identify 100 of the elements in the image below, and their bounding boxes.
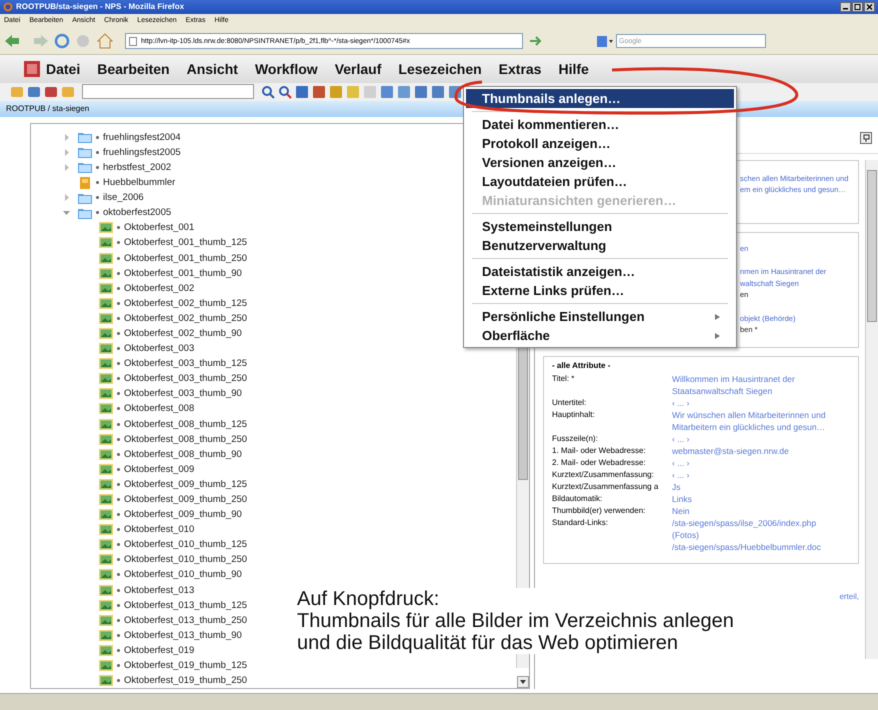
menu-item[interactable]: Benutzerverwaltung (466, 236, 734, 255)
attribute-value[interactable]: webmaster@sta-siegen.nrw.de (672, 444, 842, 457)
menu-item[interactable]: Verlauf (334, 61, 382, 78)
menu-item[interactable]: Persönliche Einstellungen (466, 307, 734, 326)
tree-item[interactable]: Oktoberfest_009 (124, 464, 194, 475)
tree-item[interactable]: Oktoberfest_001_thumb_90 (124, 268, 242, 279)
attribute-value[interactable]: Wir wünschen allen Mitarbeiterinnen und Mitarbeitern ein glückliches und gesun… (672, 408, 842, 433)
tree-item[interactable]: ilse_2006 (103, 192, 144, 204)
expand-toggle-icon[interactable] (63, 194, 70, 202)
tree-item[interactable]: Oktoberfest_010_thumb_250 (124, 554, 248, 566)
toolbar-icon[interactable] (312, 84, 326, 99)
tree-item[interactable]: Oktoberfest_001_thumb_250 (124, 252, 248, 264)
minimize-icon[interactable] (840, 2, 851, 12)
tree-item[interactable]: Oktoberfest_019_thumb_125 (124, 660, 248, 672)
tree-item[interactable]: Oktoberfest_013_thumb_90 (124, 630, 242, 641)
tree-item[interactable]: Oktoberfest_002 (124, 282, 194, 294)
filter-field[interactable] (82, 84, 254, 100)
tree-item[interactable]: Oktoberfest_002_thumb_250 (124, 312, 248, 324)
expand-toggle-icon[interactable] (63, 164, 70, 171)
menu-item[interactable]: Datei (46, 61, 80, 78)
bullet-icon (96, 136, 99, 139)
menu-item[interactable]: Oberfläche (466, 326, 734, 345)
tree-item[interactable]: Oktoberfest_013_thumb_250 (124, 614, 248, 626)
maximize-icon[interactable] (852, 2, 863, 12)
tree-item[interactable]: Oktoberfest_010 (124, 524, 194, 536)
tree-item[interactable]: Oktoberfest_008_thumb_90 (124, 448, 242, 460)
tree-item[interactable]: oktoberfest2005 (103, 207, 172, 218)
menu-item[interactable]: Protokoll anzeigen… (466, 134, 734, 153)
expand-toggle-icon[interactable] (63, 148, 70, 156)
toolbar-icon[interactable] (397, 84, 411, 99)
tree-item[interactable]: Oktoberfest_003_thumb_90 (124, 388, 242, 400)
tree-item[interactable]: fruehlingsfest2005 (103, 146, 181, 158)
attribute-value[interactable]: /sta-siegen/spass/ilse_2006/index.php (Fotos) (672, 516, 842, 541)
tree-item[interactable]: Oktoberfest_001_thumb_125 (124, 237, 248, 248)
tree-item[interactable]: Oktoberfest_019_thumb_250 (124, 675, 248, 686)
image-file-icon (99, 644, 113, 656)
attribute-value[interactable]: ‹ ... › (672, 432, 842, 445)
attribute-value[interactable]: Js (672, 480, 842, 493)
scroll-down-icon[interactable] (517, 676, 529, 688)
toolbar-icon[interactable] (431, 84, 445, 99)
expand-toggle-icon[interactable] (63, 209, 70, 216)
tree-item[interactable]: herbstfest_2002 (103, 162, 172, 173)
pin-icon[interactable] (860, 132, 872, 144)
toolbar-icon[interactable] (414, 84, 428, 99)
link[interactable]: erteil, (839, 592, 859, 601)
toolbar-icon[interactable] (295, 84, 309, 99)
toolbar-icon[interactable] (44, 84, 58, 99)
menu-item[interactable]: Extras (498, 61, 542, 78)
tree-item[interactable]: Oktoberfest_003_thumb_125 (124, 358, 248, 370)
menu-item[interactable]: Bearbeiten (97, 61, 170, 78)
attribute-value[interactable]: ‹ ... › (672, 396, 842, 409)
tree-item[interactable]: Oktoberfest_002_thumb_90 (124, 328, 242, 339)
menu-item[interactable]: Workflow (254, 61, 318, 78)
tree-item[interactable]: Oktoberfest_003 (124, 343, 194, 354)
tree-item[interactable]: Oktoberfest_009_thumb_90 (124, 509, 242, 520)
toolbar-icon[interactable] (329, 84, 343, 99)
tree-item[interactable]: Oktoberfest_008_thumb_250 (124, 434, 248, 445)
tree-item[interactable]: Oktoberfest_001 (124, 222, 194, 234)
menu-item[interactable]: Thumbnails anlegen… (466, 89, 734, 108)
home-icon[interactable] (96, 33, 114, 50)
search-icon[interactable] (261, 84, 275, 99)
menu-item[interactable]: Layoutdateien prüfen… (466, 172, 734, 191)
menu-item[interactable]: Hilfe (558, 61, 589, 78)
search-engine-icon[interactable] (597, 36, 613, 47)
tree-item[interactable]: Oktoberfest_003_thumb_250 (124, 373, 248, 384)
menu-item[interactable]: Lesezeichen (398, 61, 482, 78)
go-arrow-icon[interactable] (528, 35, 542, 48)
tree-item[interactable]: Oktoberfest_010_thumb_125 (124, 539, 248, 550)
tree-item[interactable]: Oktoberfest_008_thumb_125 (124, 418, 248, 430)
tree-item[interactable]: Oktoberfest_002_thumb_125 (124, 298, 248, 309)
tree-item[interactable]: Oktoberfest_019 (124, 644, 194, 656)
reload-icon[interactable] (54, 33, 70, 50)
menu-item[interactable]: Versionen anzeigen… (466, 153, 734, 172)
toolbar-icon[interactable] (27, 84, 41, 99)
search-icon[interactable] (278, 84, 292, 99)
attribute-value[interactable]: Links (672, 492, 842, 505)
attribute-value[interactable]: /sta-siegen/spass/Huebbelbummler.doc (672, 540, 842, 553)
tree-item[interactable]: fruehlingsfest2004 (103, 132, 181, 143)
scrollbar[interactable] (865, 160, 878, 660)
expand-toggle-icon[interactable] (63, 134, 70, 141)
attribute-value[interactable]: ‹ ... › (672, 456, 842, 469)
attribute-value[interactable]: ‹ ... › (672, 468, 842, 481)
toolbar-icon[interactable] (380, 84, 394, 99)
menu-item[interactable]: Ansicht (186, 61, 238, 78)
tree-item[interactable]: Oktoberfest_010_thumb_90 (124, 569, 242, 580)
attribute-value[interactable]: Nein (672, 504, 842, 517)
menu-item[interactable]: Externe Links prüfen… (466, 281, 734, 300)
tree-item[interactable]: Oktoberfest_013 (124, 584, 194, 596)
close-icon[interactable] (864, 2, 875, 12)
tree-item[interactable]: Oktoberfest_013_thumb_125 (124, 600, 248, 611)
menu-item[interactable]: Datei kommentieren… (466, 115, 734, 134)
bullet-icon (117, 498, 120, 501)
tree-item[interactable]: Oktoberfest_008 (124, 403, 194, 414)
tree-item[interactable]: Oktoberfest_009_thumb_125 (124, 478, 248, 490)
menu-item[interactable]: Systemeinstellungen (466, 217, 734, 236)
tree-item[interactable]: Huebbelbummler (103, 177, 176, 188)
tree-item[interactable]: Oktoberfest_009_thumb_250 (124, 494, 248, 505)
bullet-icon (117, 407, 120, 410)
attribute-value[interactable]: Willkommen im Hausintranet der Staatsanwaltschaft Siegen (672, 372, 842, 397)
menu-item[interactable]: Dateistatistik anzeigen… (466, 262, 734, 281)
